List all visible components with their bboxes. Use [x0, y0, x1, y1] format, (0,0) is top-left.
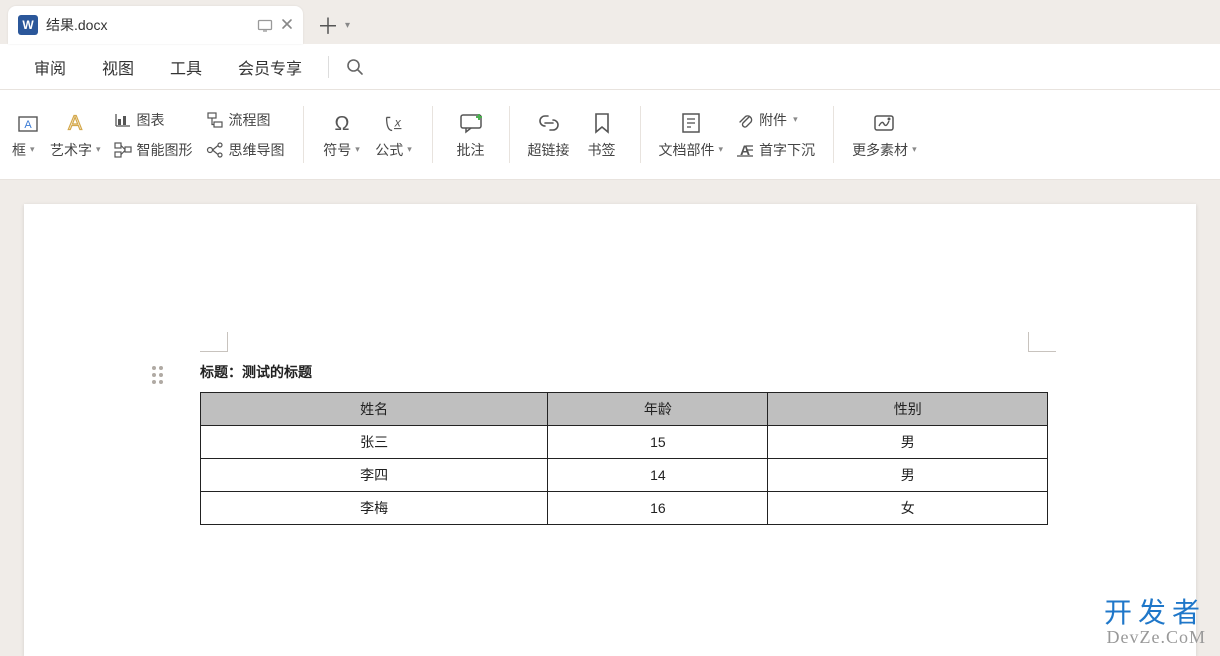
margin-corner-tl [200, 332, 228, 352]
new-tab-dropdown[interactable]: ▾ [345, 20, 350, 31]
attachment-icon [735, 110, 755, 130]
svg-text:x: x [393, 115, 401, 129]
ribbon-group-symbols: Ω 符号▾ x 公式▾ [308, 98, 428, 171]
table-row[interactable]: 李四 14 男 [201, 459, 1048, 492]
menu-view[interactable]: 视图 [84, 55, 152, 79]
bookmark-icon [589, 110, 615, 136]
table-row[interactable]: 张三 15 男 [201, 426, 1048, 459]
menu-bar: 审阅 视图 工具 会员专享 [0, 44, 1220, 90]
smartart-icon [113, 140, 133, 160]
new-tab-button[interactable]: ＋ [317, 9, 339, 41]
bookmark-button[interactable]: 书签 [576, 110, 628, 160]
hyperlink-button[interactable]: 超链接 [522, 110, 576, 160]
ribbon-group-more: 更多素材▾ [838, 98, 931, 171]
more-button[interactable]: 更多素材▾ [846, 110, 923, 160]
wordart-icon: A [62, 110, 88, 136]
textbox-icon: A [18, 114, 38, 134]
formula-button[interactable]: x 公式▾ [368, 110, 420, 160]
ribbon-group-text: A 框▾ A 艺术字▾ 图表 智能图形 [4, 98, 299, 171]
comment-button[interactable]: 批注 [445, 110, 497, 160]
svg-text:A: A [24, 119, 32, 131]
search-icon [346, 58, 364, 76]
ribbon-group-links: 超链接 书签 [514, 98, 636, 171]
svg-text:Ω: Ω [334, 113, 349, 135]
textbox-label[interactable]: 框▾ [12, 140, 44, 160]
tab-bar: W 结果.docx ＋ ▾ [0, 0, 1220, 44]
table-row[interactable]: 李梅 16 女 [201, 492, 1048, 525]
document-page[interactable]: 标题：测试的标题 姓名 年龄 性别 张三 15 男 [24, 204, 1196, 656]
dropcap-icon: A [735, 140, 755, 160]
attachment-button[interactable]: 附件▾ [729, 106, 821, 134]
symbol-icon: Ω [329, 110, 355, 136]
more-icon [871, 110, 897, 136]
word-icon: W [18, 15, 38, 35]
ribbon: A 框▾ A 艺术字▾ 图表 智能图形 [0, 90, 1220, 180]
menu-review[interactable]: 审阅 [16, 55, 84, 79]
flowchart-icon [205, 110, 225, 130]
tab-title: 结果.docx [46, 15, 249, 35]
chart-icon [113, 110, 133, 130]
menu-member[interactable]: 会员专享 [220, 55, 320, 79]
ribbon-group-parts: 文档部件▾ 附件▾ A 首字下沉 [645, 98, 830, 171]
mindmap-icon [205, 140, 225, 160]
formula-icon: x [381, 110, 407, 136]
document-tab[interactable]: W 结果.docx [8, 6, 303, 44]
menu-tools[interactable]: 工具 [152, 55, 220, 79]
data-table[interactable]: 姓名 年龄 性别 张三 15 男 李四 14 男 [200, 392, 1048, 525]
chart-button[interactable]: 图表 [107, 106, 199, 134]
document-title[interactable]: 标题：测试的标题 [200, 362, 1048, 382]
ribbon-group-comment: 批注 [437, 98, 505, 171]
comment-icon [458, 110, 484, 136]
table-header-row[interactable]: 姓名 年龄 性别 [201, 393, 1048, 426]
new-tab-controls: ＋ ▾ [317, 9, 350, 41]
document-content[interactable]: 标题：测试的标题 姓名 年龄 性别 张三 15 男 [200, 362, 1048, 525]
mindmap-button[interactable]: 思维导图 [199, 136, 291, 164]
margin-corner-tr [1028, 332, 1056, 352]
dropcap-button[interactable]: A 首字下沉 [729, 136, 821, 164]
header-gender[interactable]: 性别 [768, 393, 1048, 426]
docpart-button[interactable]: 文档部件▾ [653, 110, 730, 160]
textbox-button[interactable]: A [12, 110, 44, 138]
close-tab-icon[interactable] [281, 18, 293, 32]
table-drag-handle[interactable] [152, 366, 170, 384]
tab-window-icon[interactable] [257, 18, 273, 32]
flowchart-button[interactable]: 流程图 [199, 106, 291, 134]
svg-text:A: A [68, 112, 82, 134]
document-area[interactable]: 标题：测试的标题 姓名 年龄 性别 张三 15 男 [0, 180, 1220, 656]
docpart-icon [678, 110, 704, 136]
header-name[interactable]: 姓名 [201, 393, 548, 426]
hyperlink-icon [536, 110, 562, 136]
menu-separator [328, 56, 329, 78]
wordart-button[interactable]: A 艺术字▾ [44, 110, 107, 160]
symbol-button[interactable]: Ω 符号▾ [316, 110, 368, 160]
search-button[interactable] [337, 49, 373, 85]
smartart-button[interactable]: 智能图形 [107, 136, 199, 164]
header-age[interactable]: 年龄 [548, 393, 768, 426]
